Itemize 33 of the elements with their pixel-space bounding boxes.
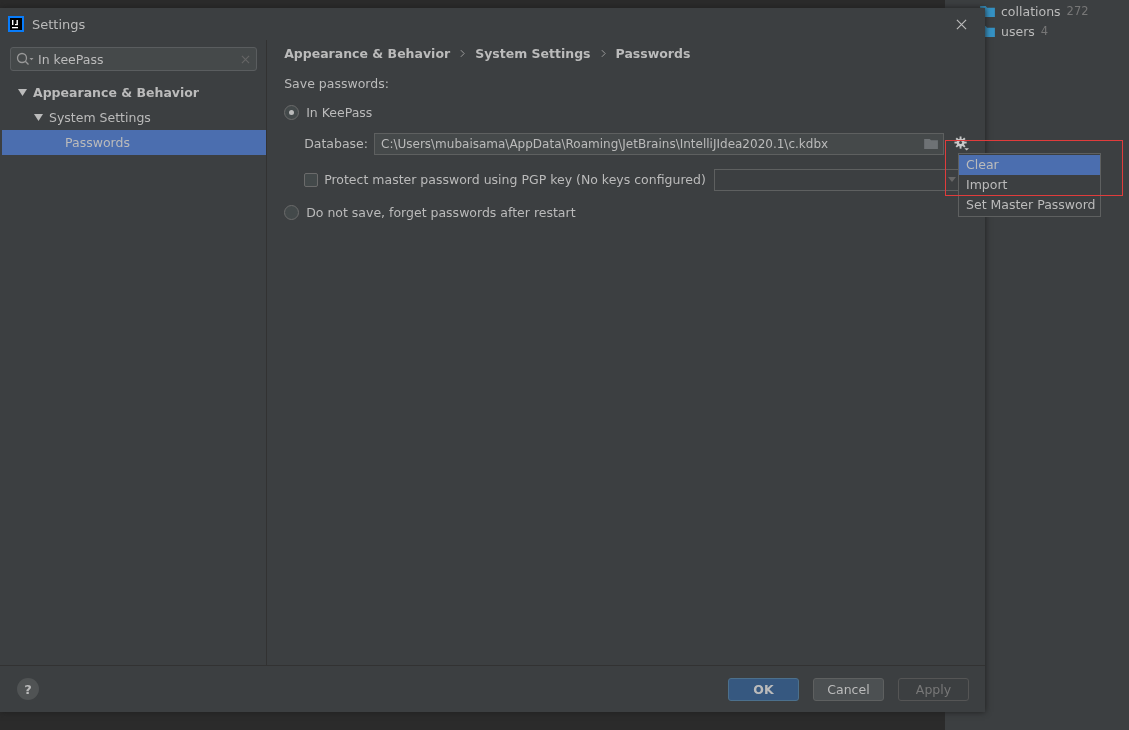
checkbox-label[interactable]: Protect master password using PGP key (No keys configured) — [324, 172, 706, 187]
search-icon — [16, 52, 34, 66]
menu-item[interactable]: Set Master Password — [959, 195, 1100, 215]
breadcrumb-item[interactable]: System Settings — [475, 46, 591, 61]
radio-button[interactable] — [284, 104, 300, 120]
tree-item-label[interactable]: collations — [1001, 3, 1061, 19]
field-label: Database: — [304, 136, 368, 151]
tree-item[interactable]: Appearance & Behavior — [2, 80, 267, 105]
checkbox[interactable] — [304, 172, 319, 187]
gear-icon[interactable] — [954, 136, 969, 151]
tree-item-label[interactable]: users — [1001, 23, 1035, 39]
section-label: Save passwords: — [284, 76, 390, 91]
item-count: 4 — [1040, 24, 1049, 38]
radio-label[interactable]: Do not save, forget passwords after restart — [306, 204, 576, 220]
expand-arrow-icon[interactable] — [18, 88, 27, 97]
breadcrumb-item[interactable]: Passwords — [615, 46, 691, 61]
database-path-field[interactable]: C:\Users\mubaisama\AppData\Roaming\JetBrains\IntelliJIdea2020.1\c.kdbx — [374, 132, 944, 155]
dialog-button[interactable]: OK — [728, 677, 799, 701]
chevron-icon — [600, 49, 606, 58]
search-field[interactable]: In keePass — [10, 47, 258, 71]
close-icon[interactable] — [956, 18, 967, 30]
item-count: 272 — [1066, 4, 1089, 18]
radio-label[interactable]: In KeePass — [306, 104, 373, 120]
dialog-button[interactable]: Cancel — [813, 677, 884, 701]
window-title: Settings — [32, 16, 86, 32]
chevron-icon — [460, 49, 466, 58]
expand-arrow-icon[interactable] — [34, 113, 43, 122]
help-button[interactable]: ? — [17, 678, 39, 700]
radio-button[interactable] — [284, 204, 300, 220]
breadcrumb-item[interactable]: Appearance & Behavior — [284, 46, 451, 61]
app-logo-icon — [8, 16, 24, 32]
caret-icon — [947, 177, 956, 182]
tree-item[interactable]: System Settings — [2, 105, 267, 130]
